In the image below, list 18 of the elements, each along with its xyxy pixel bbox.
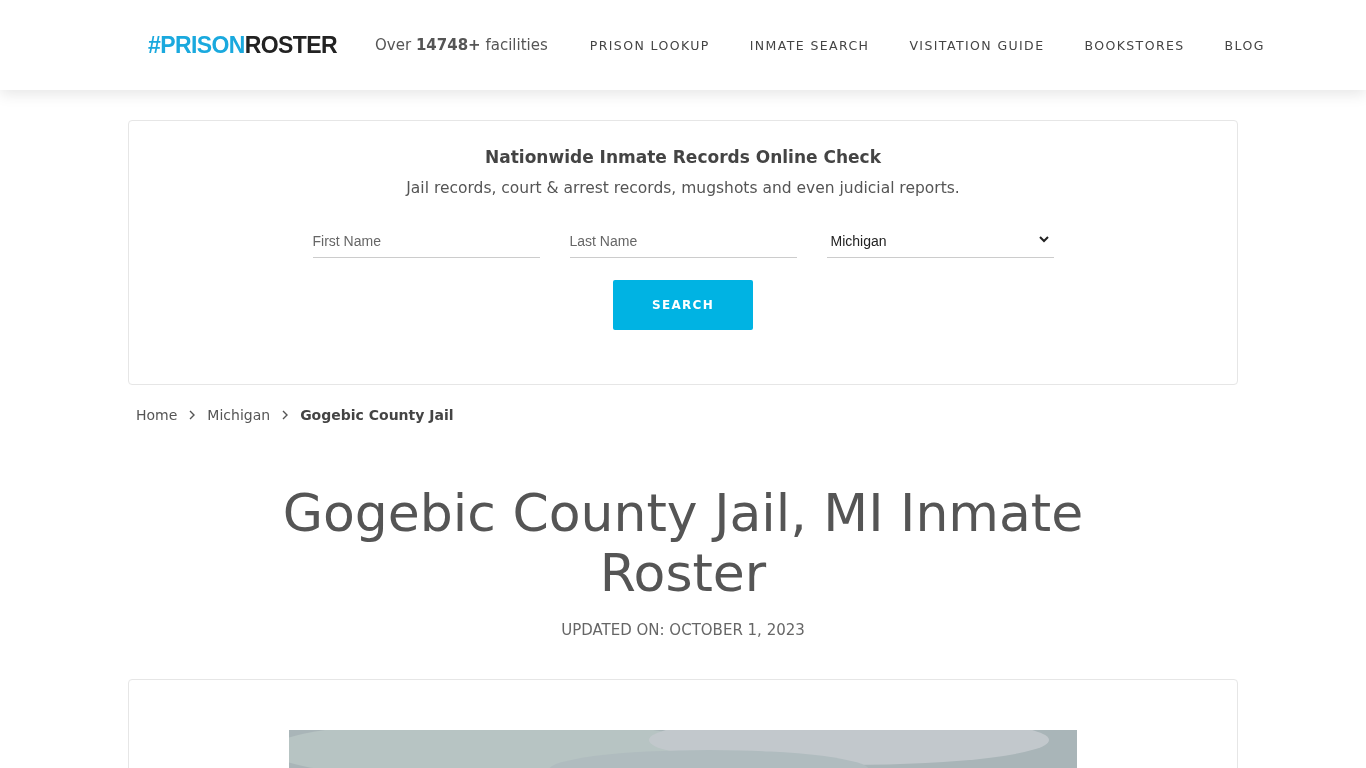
updated-date: UPDATED ON: OCTOBER 1, 2023 — [560, 621, 806, 639]
card-title: Nationwide Inmate Records Online Check — [485, 147, 881, 167]
first-name-field[interactable]: First Name — [312, 225, 540, 258]
state-select[interactable]: Michigan — [826, 225, 1054, 258]
facilities-count: Over 14748+ facilities — [375, 36, 548, 54]
logo[interactable]: #PRISONROSTER — [148, 31, 338, 59]
nav-link[interactable]: BLOG — [1204, 37, 1285, 53]
breadcrumb-link[interactable]: Home — [136, 407, 178, 423]
nav-link[interactable]: INMATE SEARCH — [729, 37, 890, 53]
breadcrumb-link[interactable]: Michigan — [207, 407, 271, 423]
caret-icon — [1037, 233, 1050, 245]
card-subtitle: Jail records, court & arrest records, mugshots and even judicial reports. — [406, 179, 960, 197]
nav-link[interactable]: VISITATION GUIDE — [889, 37, 1065, 53]
nav-link[interactable]: BOOKSTORES — [1064, 37, 1205, 53]
breadcrumb-current: Gogebic County Jail — [300, 407, 454, 423]
last-name-field[interactable]: Last Name — [569, 225, 797, 258]
page-title: Gogebic County Jail, MI Inmate Roster — [281, 483, 1085, 603]
nav-link[interactable]: PRISON LOOKUP — [569, 37, 730, 53]
